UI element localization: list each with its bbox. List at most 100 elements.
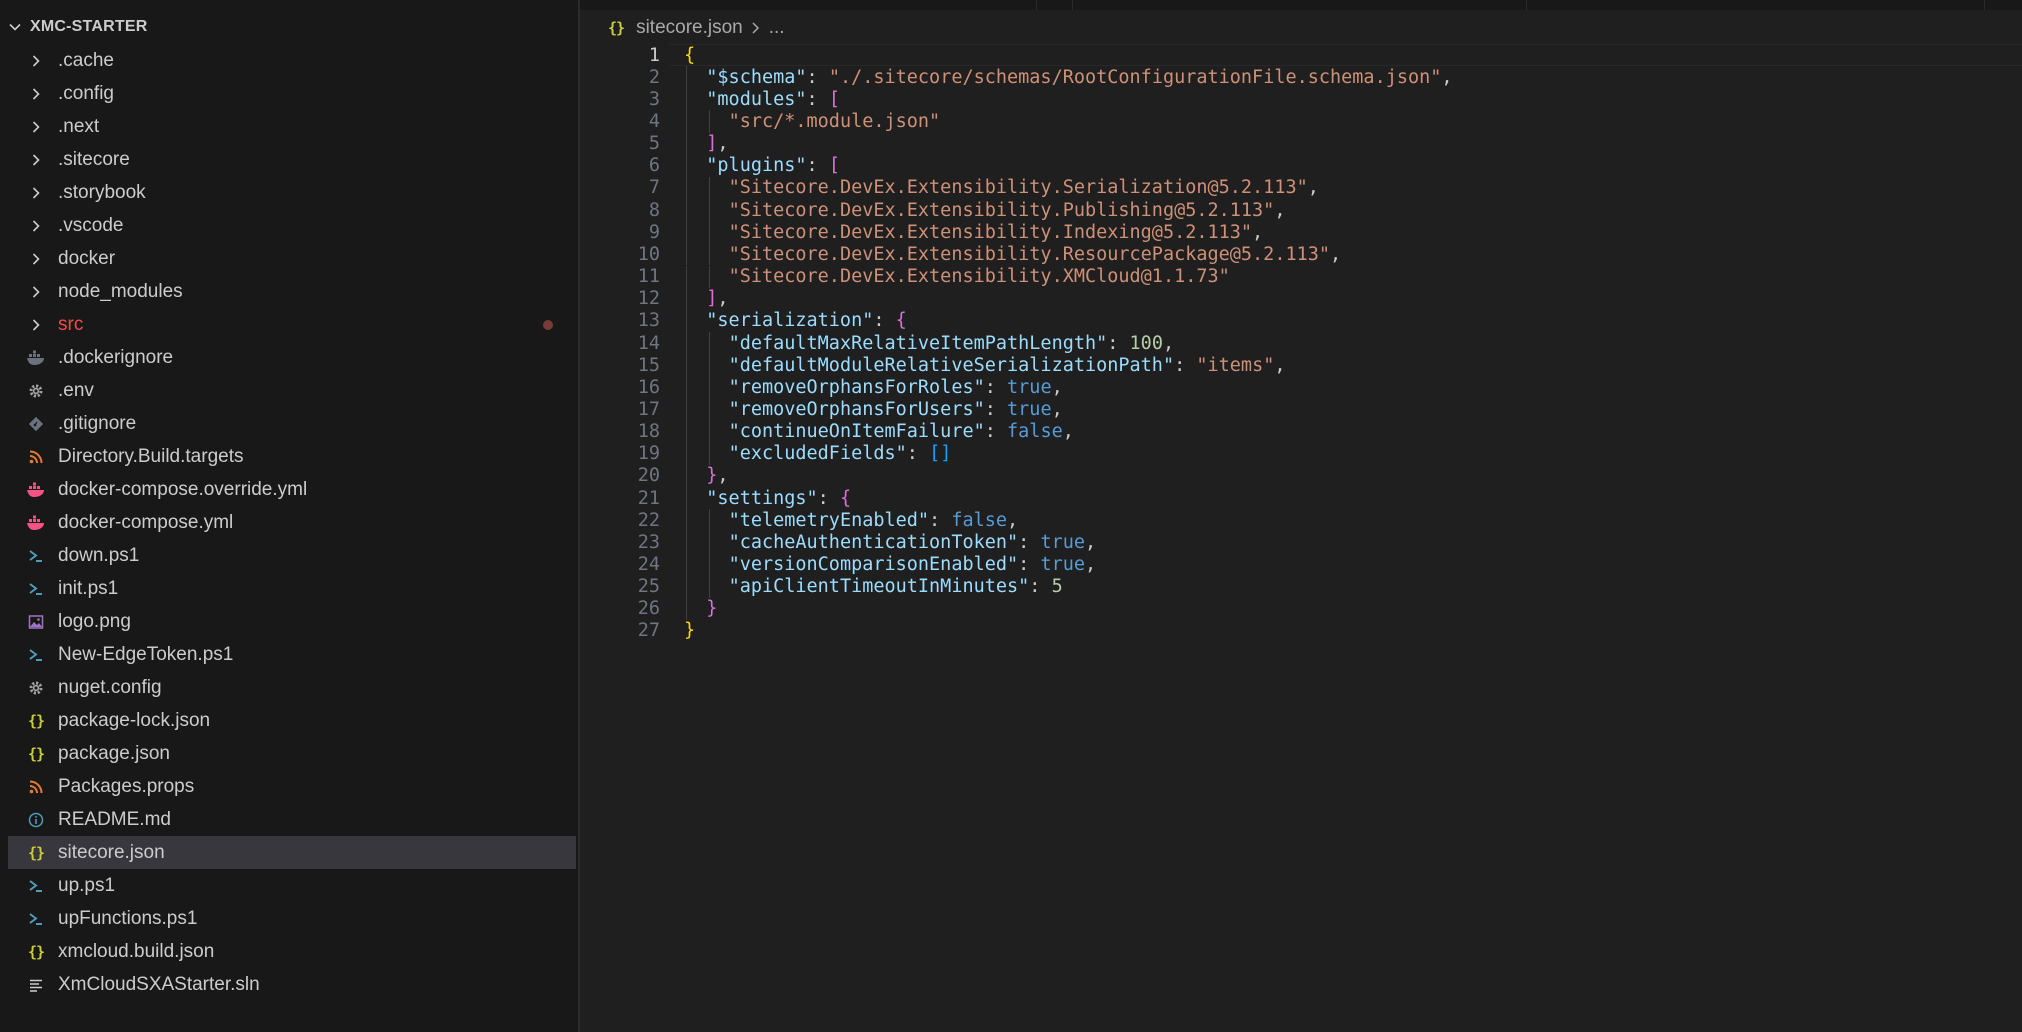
tree-item-label: nuget.config <box>58 676 162 698</box>
file-item[interactable]: {} xmcloud.build.json <box>0 935 578 968</box>
folder-item[interactable]: src <box>0 308 578 341</box>
rss-icon <box>26 447 46 467</box>
file-item[interactable]: New-EdgeToken.ps1 <box>0 638 578 671</box>
code-line[interactable]: 9 "Sitecore.DevEx.Extensibility.Indexing… <box>580 221 2022 244</box>
code-line[interactable]: 24 "versionComparisonEnabled": true, <box>580 553 2022 576</box>
code-line[interactable]: 11 "Sitecore.DevEx.Extensibility.XMCloud… <box>580 265 2022 288</box>
file-item[interactable]: init.ps1 <box>0 572 578 605</box>
code-line[interactable]: 23 "cacheAuthenticationToken": true, <box>580 531 2022 554</box>
code-text: "cacheAuthenticationToken": true, <box>728 531 1097 553</box>
file-item[interactable]: up.ps1 <box>0 869 578 902</box>
line-number: 5 <box>648 133 660 155</box>
folder-item[interactable]: .next <box>0 110 578 143</box>
code-line[interactable]: 17 "removeOrphansForUsers": true, <box>580 398 2022 421</box>
file-item[interactable]: logo.png <box>0 605 578 638</box>
code-line[interactable]: 27} <box>580 620 2022 642</box>
code-text: ], <box>706 288 729 310</box>
code-line[interactable]: 16 "removeOrphansForRoles": true, <box>580 376 2022 399</box>
file-item[interactable]: .gitignore <box>0 407 578 440</box>
file-item[interactable]: README.md <box>0 803 578 836</box>
folder-item[interactable]: .sitecore <box>0 143 578 176</box>
code-line[interactable]: 13 "serialization": { <box>580 309 2022 332</box>
code-text: "defaultMaxRelativeItemPathLength": 100, <box>728 332 1175 354</box>
code-line[interactable]: 12 ], <box>580 287 2022 310</box>
folder-item[interactable]: .cache <box>0 44 578 77</box>
indent-guide <box>686 487 687 510</box>
file-item[interactable]: Directory.Build.targets <box>0 440 578 473</box>
indent-guide <box>708 331 710 355</box>
chevron-down-icon[interactable] <box>0 20 30 34</box>
indent-guide <box>686 287 687 310</box>
code-editor[interactable]: 1{2 "$schema": "./.sitecore/schemas/Root… <box>580 44 2022 1032</box>
file-tree: .cache .config .next .sitecore .storybook .vs… <box>0 44 578 1001</box>
folder-item[interactable]: .storybook <box>0 176 578 209</box>
code-line[interactable]: 25 "apiClientTimeoutInMinutes": 5 <box>580 575 2022 598</box>
code-line[interactable]: 20 }, <box>580 464 2022 487</box>
indent-guide <box>686 110 687 133</box>
indent-guide <box>708 531 710 554</box>
file-item[interactable]: docker-compose.yml <box>0 506 578 539</box>
chevron-right-icon <box>26 84 46 104</box>
code-line[interactable]: 2 "$schema": "./.sitecore/schemas/RootCo… <box>580 66 2022 89</box>
breadcrumb-file[interactable]: sitecore.json <box>636 17 743 39</box>
code-line[interactable]: 15 "defaultModuleRelativeSerializationPa… <box>580 354 2022 377</box>
code-line[interactable]: 8 "Sitecore.DevEx.Extensibility.Publishi… <box>580 199 2022 222</box>
tree-item-label: docker <box>58 247 116 269</box>
folder-item[interactable]: .config <box>0 77 578 110</box>
folder-item[interactable]: .vscode <box>0 209 578 242</box>
indent-guide <box>686 309 687 332</box>
code-line[interactable]: 21 "settings": { <box>580 487 2022 510</box>
chevron-right-icon <box>26 117 46 137</box>
modified-indicator <box>543 320 553 330</box>
indent-guide <box>686 88 687 111</box>
file-item[interactable]: Packages.props <box>0 770 578 803</box>
folder-item[interactable]: node_modules <box>0 275 578 308</box>
code-line[interactable]: 6 "plugins": [ <box>580 154 2022 177</box>
code-line[interactable]: 19 "excludedFields": [] <box>580 442 2022 465</box>
code-line[interactable]: 4 "src/*.module.json" <box>580 110 2022 133</box>
code-line[interactable]: 22 "telemetryEnabled": false, <box>580 509 2022 532</box>
explorer-section-header[interactable]: XMC-STARTER <box>0 14 578 40</box>
code-line[interactable]: 26 } <box>580 597 2022 620</box>
indent-guide <box>686 199 687 222</box>
tab[interactable] <box>1526 0 1985 10</box>
code-text: "versionComparisonEnabled": true, <box>728 554 1097 575</box>
file-item[interactable]: {} package-lock.json <box>0 704 578 737</box>
indent-guide <box>686 553 687 576</box>
code-line[interactable]: 7 "Sitecore.DevEx.Extensibility.Serializ… <box>580 176 2022 200</box>
docker-icon <box>26 480 46 500</box>
powershell-icon <box>26 579 46 599</box>
code-text: } <box>706 598 718 620</box>
chevron-right-icon <box>26 150 46 170</box>
file-item[interactable]: XmCloudSXAStarter.sln <box>0 968 578 1001</box>
file-item[interactable]: {} package.json <box>0 737 578 770</box>
code-line[interactable]: 10 "Sitecore.DevEx.Extensibility.Resourc… <box>580 243 2022 266</box>
file-item[interactable]: docker-compose.override.yml <box>0 473 578 506</box>
breadcrumb-symbols[interactable]: ... <box>769 17 785 39</box>
file-item[interactable]: nuget.config <box>0 671 578 704</box>
code-text: "continueOnItemFailure": false, <box>728 421 1074 443</box>
explorer-sidebar: XMC-STARTER .cache .config .next .sitecore.… <box>0 0 580 1032</box>
tree-item-label: .storybook <box>58 181 146 203</box>
docker-icon <box>26 513 46 533</box>
file-item[interactable]: upFunctions.ps1 <box>0 902 578 935</box>
file-item[interactable]: .dockerignore <box>0 341 578 374</box>
tree-item-label: init.ps1 <box>58 577 119 599</box>
code-line[interactable]: 5 ], <box>580 132 2022 155</box>
file-item[interactable]: down.ps1 <box>0 539 578 572</box>
tab[interactable] <box>1072 0 1527 10</box>
code-line[interactable]: 18 "continueOnItemFailure": false, <box>580 420 2022 443</box>
line-number: 4 <box>648 111 660 132</box>
tab[interactable] <box>1036 0 1073 10</box>
line-number: 7 <box>648 177 660 199</box>
line-number: 21 <box>637 487 660 509</box>
file-item[interactable]: {} sitecore.json <box>8 836 576 869</box>
code-line[interactable]: 1{ <box>580 44 2022 67</box>
tab[interactable] <box>580 0 1037 10</box>
code-line[interactable]: 14 "defaultMaxRelativeItemPathLength": 1… <box>580 331 2022 355</box>
file-item[interactable]: .env <box>0 374 578 407</box>
code-line[interactable]: 3 "modules": [ <box>580 88 2022 111</box>
code-text: }, <box>706 465 729 487</box>
tree-item-label: logo.png <box>58 610 131 632</box>
folder-item[interactable]: docker <box>0 242 578 275</box>
